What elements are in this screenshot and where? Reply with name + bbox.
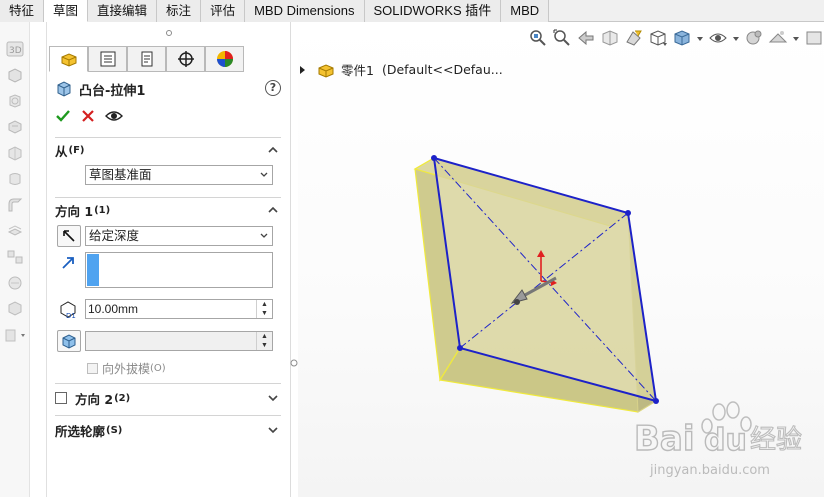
sketch-vertex[interactable] (431, 155, 437, 161)
help-button[interactable]: ? (265, 80, 281, 96)
tab-markup[interactable]: 标注 (157, 0, 202, 22)
panel-grip[interactable] (47, 22, 290, 44)
sketch-vertex[interactable] (457, 345, 463, 351)
tab-features[interactable]: 特征 (0, 0, 45, 22)
selection-active-marker (87, 254, 99, 286)
property-manager-icon (100, 51, 115, 67)
svg-text:3D: 3D (9, 46, 22, 56)
features-toolbar-strip: 3D (0, 22, 30, 497)
tab-mbd-dimensions[interactable]: MBD Dimensions (245, 0, 365, 22)
end-condition-select[interactable]: 给定深度 (85, 226, 273, 246)
feature-title-row: 凸台-拉伸1 ? (55, 79, 281, 99)
depth-input[interactable]: 10.00mm ▲ ▼ (85, 299, 273, 319)
boundary-icon[interactable] (6, 170, 24, 188)
configuration-manager-icon (141, 51, 152, 67)
graphics-area[interactable]: 零件1 (Default<<Defau... (298, 22, 824, 497)
revolve-icon[interactable] (6, 92, 24, 110)
property-manager-panel: 凸台-拉伸1 ? 从 (F) 草图基准面 方向 1 (1) 给定深度 D1 10… (46, 22, 290, 497)
tab-configuration-manager[interactable] (127, 46, 166, 72)
depth-dimension-icon: D1 (60, 301, 76, 320)
section-from-header[interactable]: 从 (F) (55, 138, 281, 162)
manager-tabs (49, 46, 244, 72)
curves-dropdown-icon[interactable] (4, 326, 28, 344)
tab-mbd[interactable]: MBD (501, 0, 550, 22)
section-direction1: 方向 1 (1) 给定深度 D1 10.00mm ▲ ▼ ▲ ▼ 向外拔模 (O) (55, 197, 281, 383)
boss-extrude-icon (57, 81, 71, 97)
feature-title: 凸台-拉伸1 (79, 83, 146, 99)
section-direction2: 方向 2 (2) (55, 383, 281, 415)
ok-checkmark-icon[interactable] (55, 108, 71, 124)
loft-icon[interactable] (6, 144, 24, 162)
draft-outward-checkbox[interactable] (87, 363, 98, 374)
feature-manager-icon (61, 53, 76, 67)
draft-outward-option: 向外拔模 (O) (87, 360, 166, 377)
chevron-down-icon[interactable] (267, 424, 279, 436)
reference-geometry-icon[interactable] (6, 300, 24, 318)
rib-icon[interactable] (6, 222, 24, 240)
tab-direct-edit[interactable]: 直接编辑 (88, 0, 158, 22)
fillet-icon[interactable] (6, 196, 24, 214)
chevron-down-icon (260, 172, 268, 177)
tab-sketch[interactable]: 草图 (44, 0, 89, 22)
section-direction1-header[interactable]: 方向 1 (1) (55, 198, 281, 222)
draft-angle-input[interactable]: ▲ ▼ (85, 331, 273, 351)
panel-splitter[interactable] (290, 22, 298, 497)
action-buttons (55, 108, 123, 124)
section-selected-contours-header[interactable]: 所选轮廓 (S) (55, 416, 281, 444)
direction-selection-box[interactable] (85, 252, 273, 288)
direction2-checkbox[interactable] (55, 392, 67, 404)
preview-eye-icon[interactable] (105, 109, 123, 123)
direction-vector-icon (62, 257, 74, 269)
splitter-grip-icon[interactable] (290, 358, 298, 368)
draft-angle-spinner[interactable]: ▲ ▼ (256, 332, 272, 350)
chevron-down-icon (260, 233, 268, 238)
chevron-down-icon[interactable] (267, 392, 279, 404)
pattern-icon[interactable] (6, 248, 24, 266)
tab-property-manager[interactable] (88, 46, 127, 72)
section-selected-contours: 所选轮廓 (S) (55, 415, 281, 447)
tab-dimxpert-manager[interactable] (166, 46, 205, 72)
wrap-icon[interactable] (6, 274, 24, 292)
sweep-icon[interactable] (6, 118, 24, 136)
reverse-direction-icon (63, 230, 75, 242)
cancel-x-icon[interactable] (81, 109, 95, 123)
3d-sketch-icon[interactable]: 3D (6, 40, 24, 58)
section-direction2-header[interactable]: 方向 2 (2) (55, 384, 281, 412)
model-preview (413, 155, 659, 413)
depth-spinner[interactable]: ▲ ▼ (256, 300, 272, 318)
from-select[interactable]: 草图基准面 (85, 165, 273, 185)
tab-solidworks-addins[interactable]: SOLIDWORKS 插件 (364, 0, 502, 22)
chevron-up-icon[interactable] (267, 144, 279, 156)
command-manager-tabs: 特征 草图 直接编辑 标注 评估 MBD Dimensions SOLIDWOR… (0, 0, 824, 22)
drag-handle-knob[interactable] (514, 299, 520, 305)
svg-text:D1: D1 (66, 312, 76, 320)
draft-icon (62, 334, 76, 349)
section-from: 从 (F) 草图基准面 (55, 137, 281, 197)
dimxpert-manager-icon (177, 51, 194, 67)
sketch-vertex[interactable] (653, 398, 659, 404)
display-manager-icon (216, 51, 233, 67)
tab-evaluate[interactable]: 评估 (201, 0, 246, 22)
panel-grip-icon (165, 30, 172, 36)
draft-toggle-button[interactable] (57, 330, 81, 352)
tab-feature-manager[interactable] (49, 46, 88, 72)
extrude-icon[interactable] (6, 66, 24, 84)
tab-display-manager[interactable] (205, 46, 244, 72)
reverse-direction-button[interactable] (57, 225, 81, 247)
sketch-vertex[interactable] (625, 210, 631, 216)
chevron-up-icon[interactable] (267, 204, 279, 216)
